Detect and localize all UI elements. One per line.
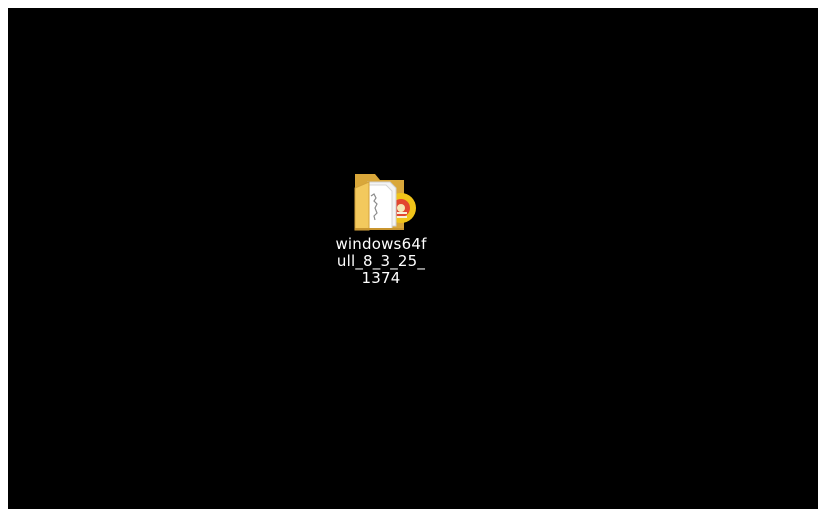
folder-with-disc-icon [354,174,416,231]
folder-name-label: windows64full_8_3_25_1374 [335,235,427,287]
screen-frame: windows64full_8_3_25_1374 [0,0,818,515]
desktop[interactable]: windows64full_8_3_25_1374 [8,8,818,509]
desktop-folder-item[interactable]: windows64full_8_3_25_1374 [301,166,461,287]
